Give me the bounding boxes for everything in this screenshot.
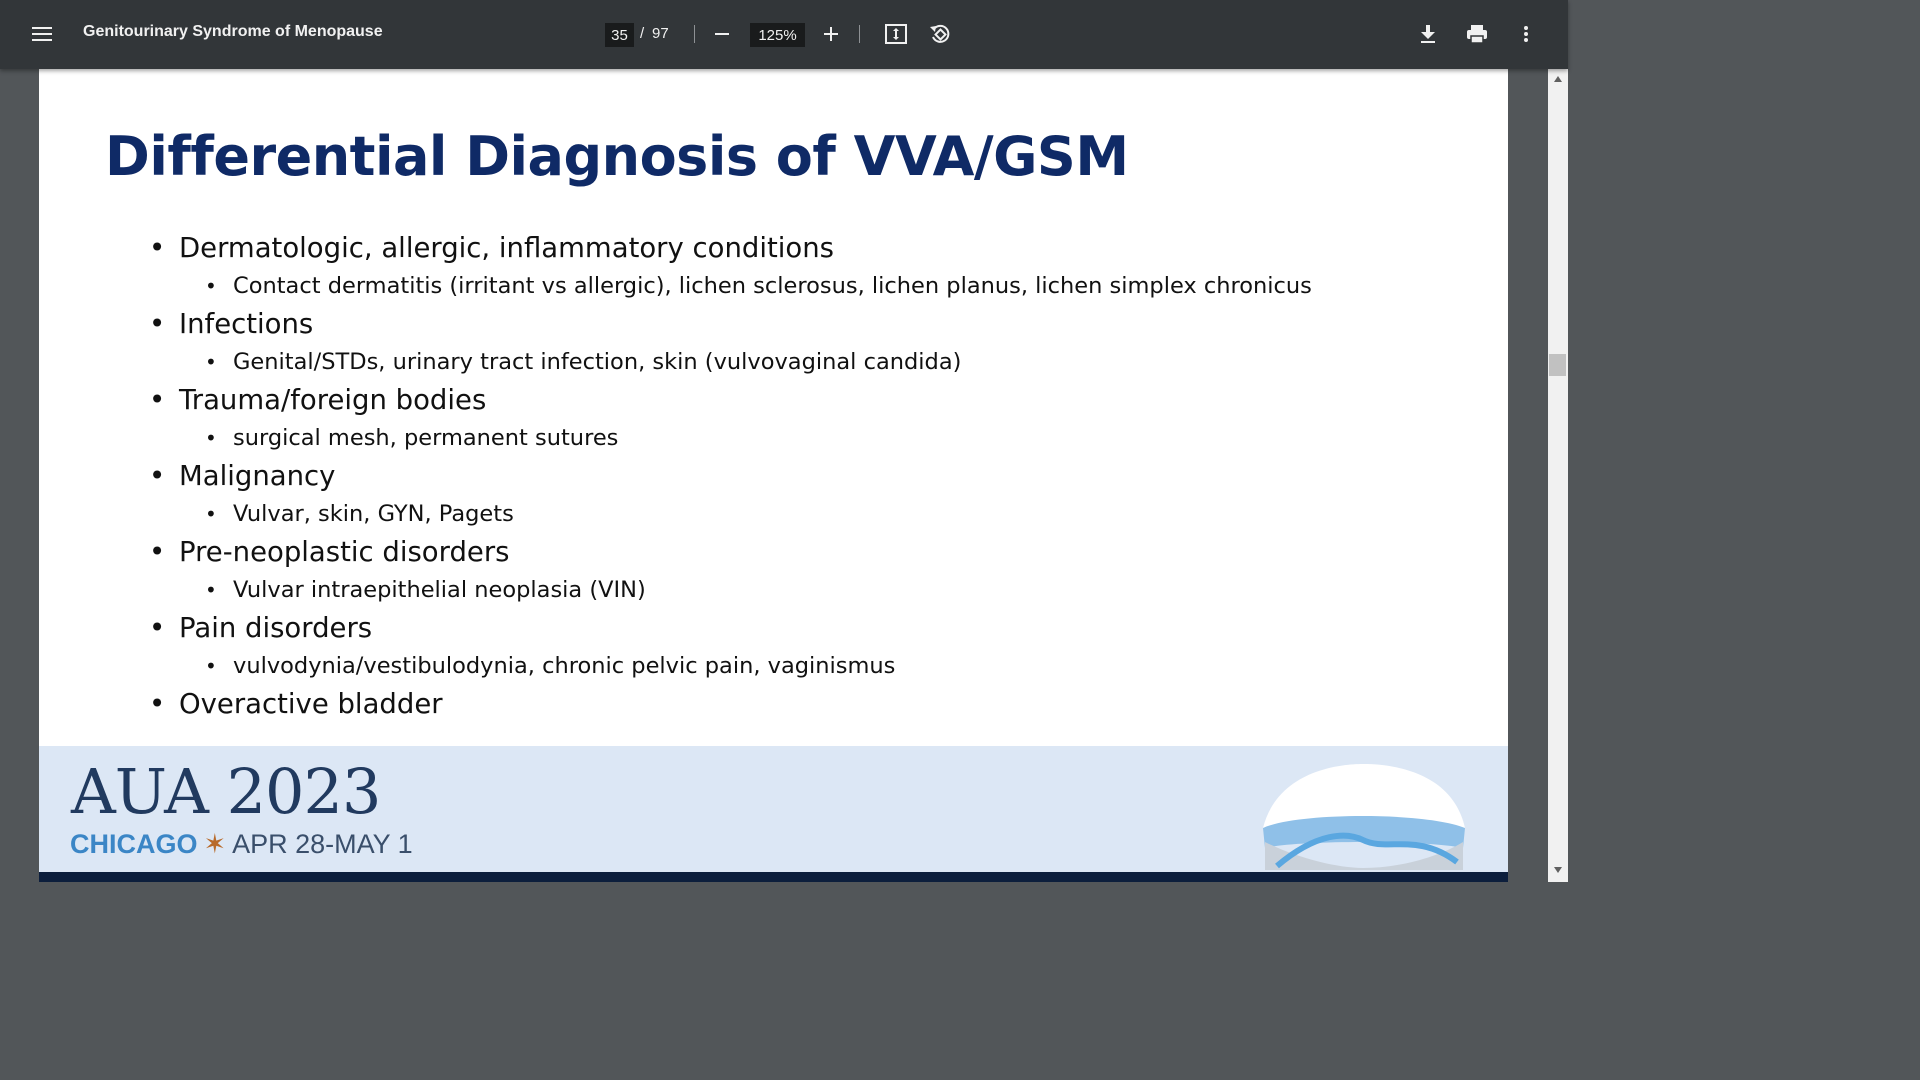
- bullet-item: Infections: [149, 305, 1312, 343]
- fit-page-button[interactable]: [876, 14, 916, 54]
- vertical-scrollbar[interactable]: [1548, 69, 1568, 882]
- pdf-page: Differential Diagnosis of VVA/GSM Dermat…: [39, 69, 1508, 882]
- scroll-up-arrow-icon[interactable]: [1552, 73, 1564, 85]
- bullet-item: Dermatologic, allergic, inflammatory con…: [149, 229, 1312, 267]
- aua-logo: AUA 2023: [71, 755, 381, 828]
- print-icon: [1467, 25, 1487, 44]
- menu-button[interactable]: [22, 14, 62, 54]
- sub-bullet-item: Genital/STDs, urinary tract infection, s…: [205, 343, 1312, 381]
- sub-bullet-item: surgical mesh, permanent sutures: [205, 419, 1312, 457]
- print-button[interactable]: [1457, 14, 1497, 54]
- page-number-input[interactable]: [605, 23, 634, 47]
- event-city: CHICAGO: [70, 829, 198, 859]
- bullet-item: Trauma/foreign bodies: [149, 381, 1312, 419]
- pdf-toolbar: Genitourinary Syndrome of Menopause / 97: [0, 0, 1568, 69]
- page-total: 97: [652, 25, 669, 42]
- fit-page-icon: [885, 24, 907, 44]
- zoom-out-button[interactable]: [702, 14, 742, 54]
- event-dates: APR 28-MAY 1: [232, 829, 413, 859]
- download-button[interactable]: [1408, 14, 1448, 54]
- more-options-icon: [1524, 26, 1528, 42]
- rotate-button[interactable]: [920, 14, 960, 54]
- zoom-in-button[interactable]: [811, 14, 851, 54]
- scrollbar-thumb[interactable]: [1549, 354, 1566, 376]
- star-icon: ✶: [203, 829, 227, 859]
- rotate-icon: [930, 24, 950, 43]
- pdf-viewer: Differential Diagnosis of VVA/GSM Dermat…: [0, 69, 1568, 882]
- zoom-input[interactable]: [750, 23, 805, 47]
- more-options-button[interactable]: [1506, 14, 1546, 54]
- bullet-item: Overactive bladder: [149, 685, 1312, 723]
- sub-bullet-item: vulvodynia/vestibulodynia, chronic pelvi…: [205, 647, 1312, 685]
- document-title: Genitourinary Syndrome of Menopause: [83, 23, 383, 40]
- scroll-down-arrow-icon[interactable]: [1552, 864, 1564, 876]
- bullet-item: Malignancy: [149, 457, 1312, 495]
- menu-icon: [32, 27, 52, 41]
- dome-graphic: [1263, 764, 1465, 870]
- page-separator: /: [640, 25, 645, 42]
- aua-event-line: CHICAGO ✶ APR 28-MAY 1: [70, 829, 413, 860]
- zoom-out-icon: [715, 33, 729, 35]
- bullet-item: Pain disorders: [149, 609, 1312, 647]
- bullet-item: Pre-neoplastic disorders: [149, 533, 1312, 571]
- sub-bullet-item: Vulvar, skin, GYN, Pagets: [205, 495, 1312, 533]
- download-icon: [1421, 25, 1435, 43]
- toolbar-divider: [694, 25, 695, 43]
- bullet-list: Dermatologic, allergic, inflammatory con…: [149, 229, 1312, 723]
- sub-bullet-item: Contact dermatitis (irritant vs allergic…: [205, 267, 1312, 305]
- slide-title: Differential Diagnosis of VVA/GSM: [105, 125, 1129, 188]
- footer-dark-bar: [39, 872, 1508, 882]
- toolbar-divider: [859, 25, 860, 43]
- sub-bullet-item: Vulvar intraepithelial neoplasia (VIN): [205, 571, 1312, 609]
- zoom-in-icon: [824, 27, 838, 41]
